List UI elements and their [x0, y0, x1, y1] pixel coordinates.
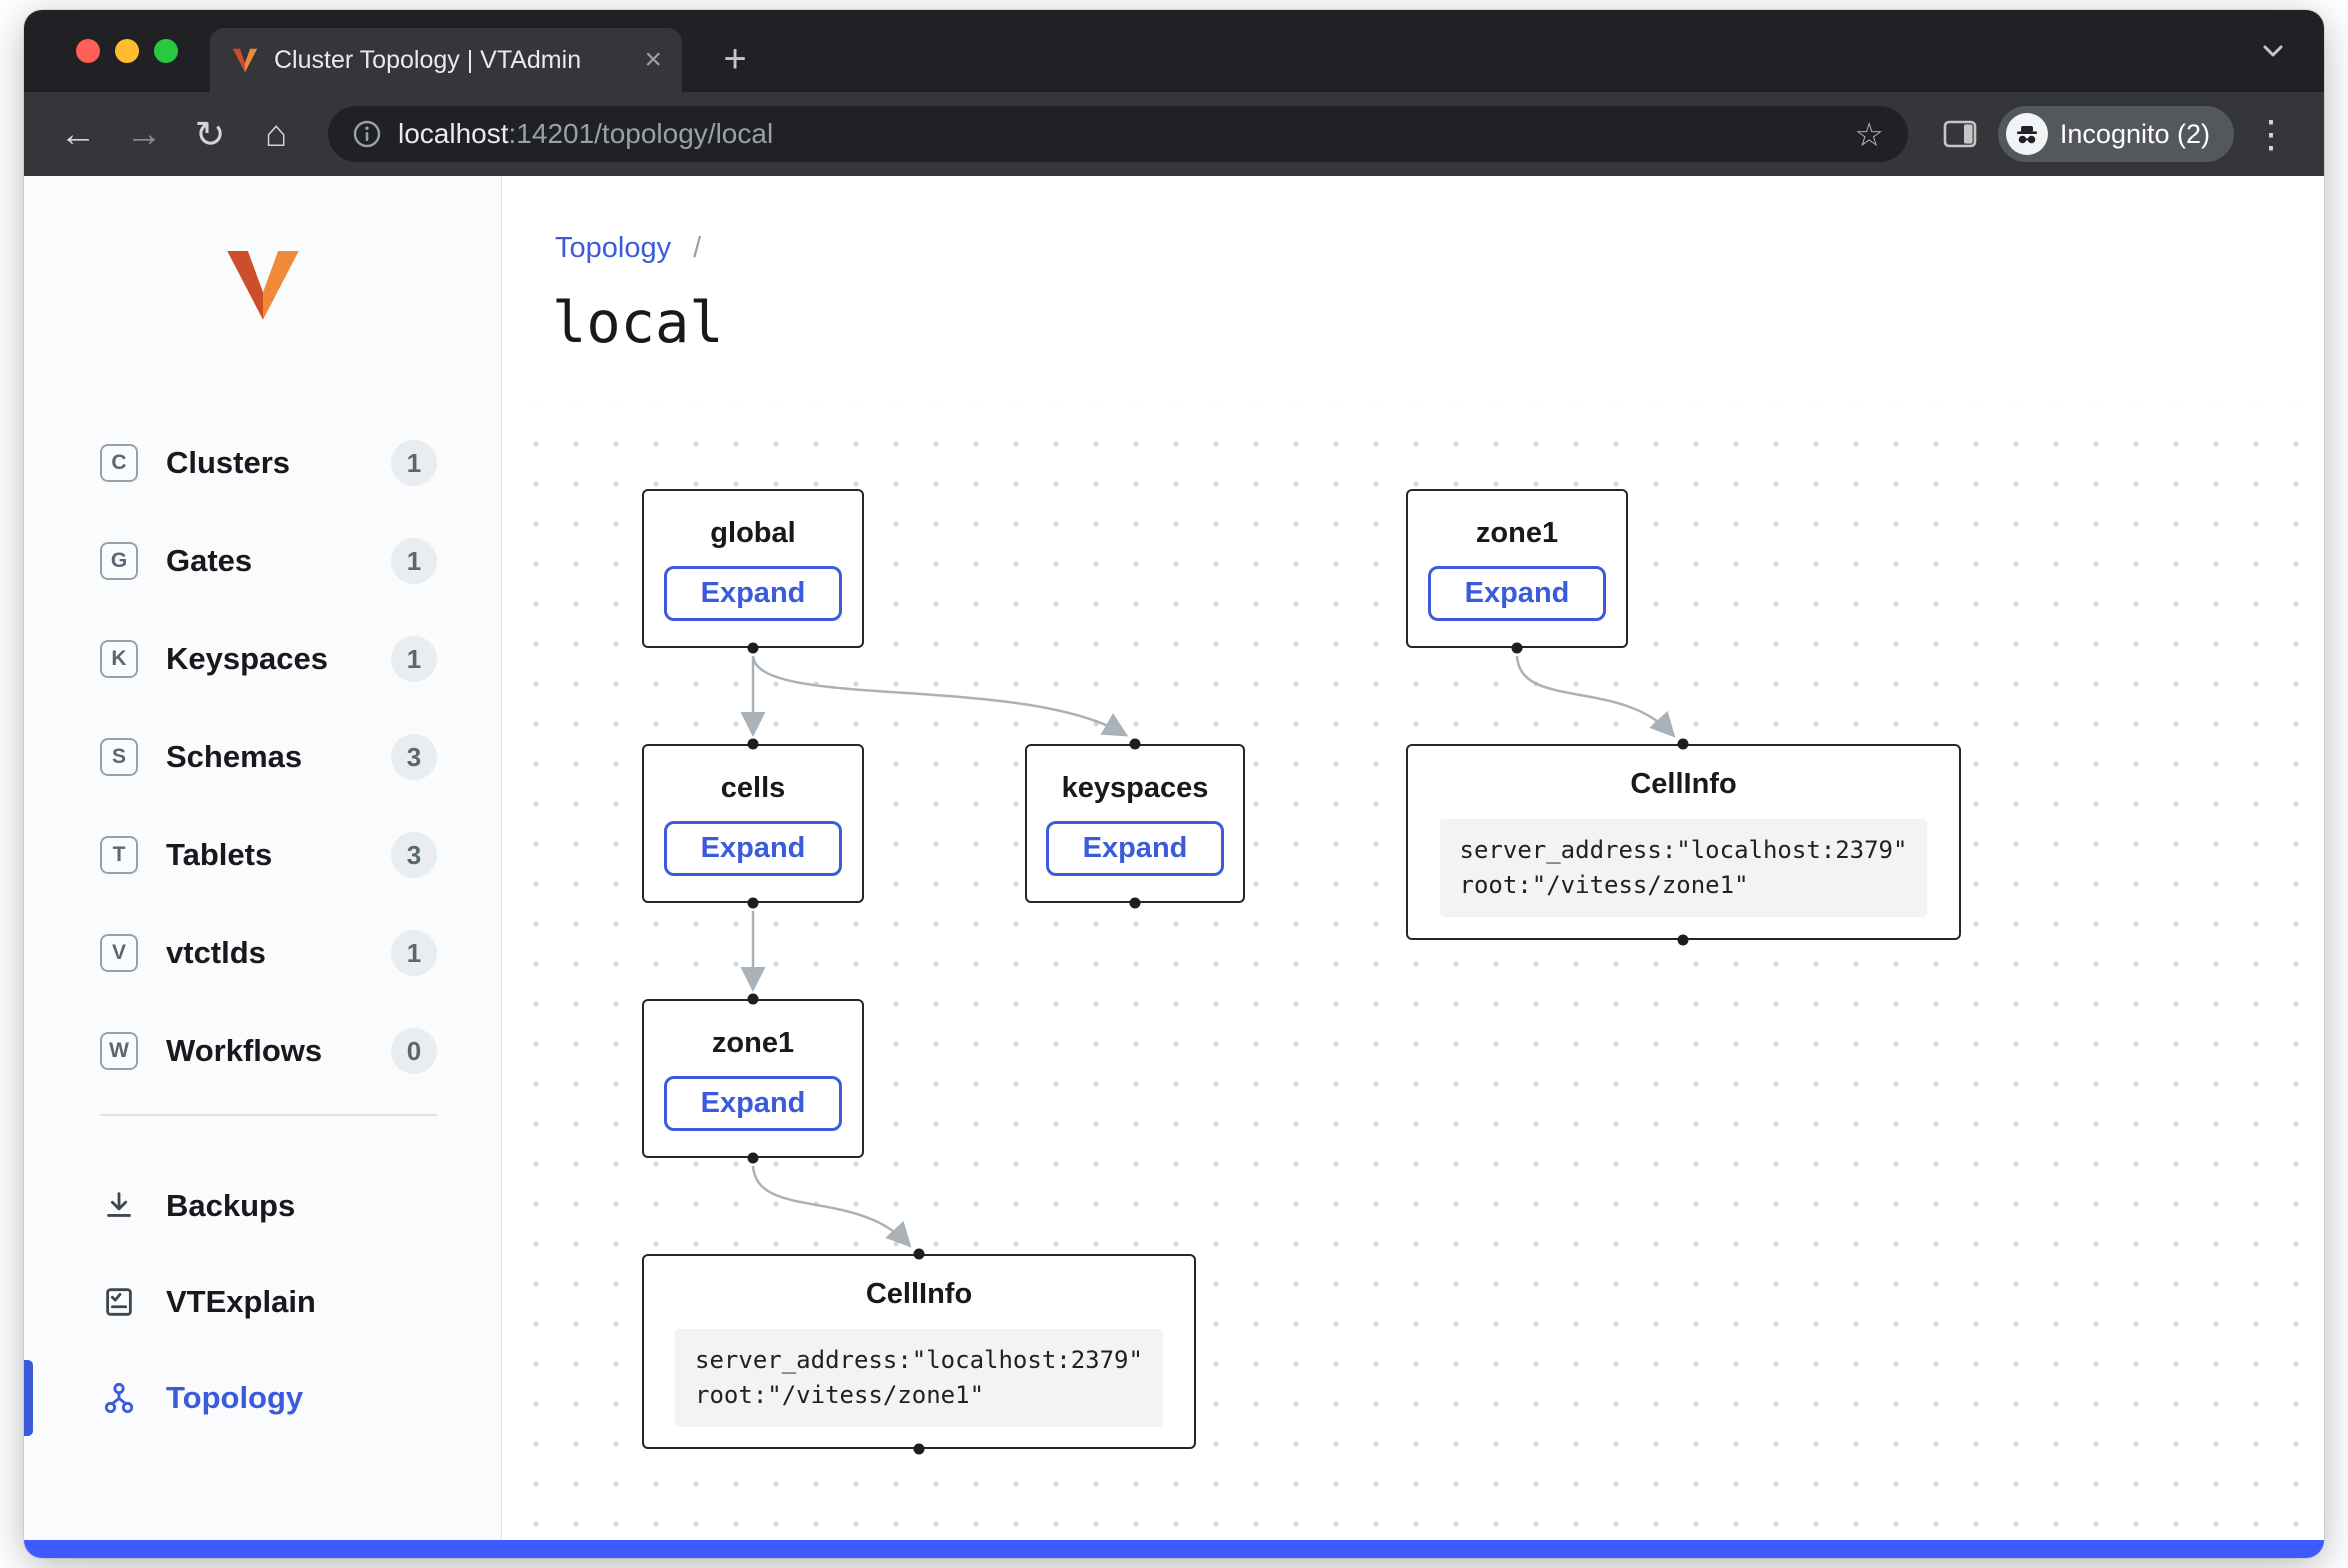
- url-host: localhost: [398, 118, 509, 149]
- cellinfo-code: server_address:"localhost:2379" root:"/v…: [1440, 819, 1928, 917]
- keyspaces-icon: K: [100, 640, 138, 678]
- url-text: localhost:14201/topology/local: [398, 118, 773, 150]
- breadcrumb-topology-link[interactable]: Topology: [555, 232, 671, 264]
- sidebar-item-schemas[interactable]: S Schemas 3: [24, 708, 501, 806]
- node-cellinfo-bottom: CellInfo server_address:"localhost:2379"…: [642, 1254, 1196, 1449]
- clusters-icon: C: [100, 444, 138, 482]
- clusters-count: 1: [391, 440, 437, 486]
- expand-keyspaces-button[interactable]: Expand: [1046, 821, 1225, 876]
- schemas-count: 3: [391, 734, 437, 780]
- expand-zone1-lower-button[interactable]: Expand: [664, 1076, 843, 1131]
- keyspaces-count: 1: [391, 636, 437, 682]
- home-icon[interactable]: ⌂: [248, 106, 304, 162]
- node-zone1-lower: zone1 Expand: [642, 999, 864, 1158]
- browser-tab[interactable]: Cluster Topology | VTAdmin ×: [210, 28, 682, 92]
- sidebar-item-tablets[interactable]: T Tablets 3: [24, 806, 501, 904]
- page-info-icon[interactable]: [352, 119, 382, 149]
- reload-icon[interactable]: ↻: [182, 106, 238, 162]
- workflows-count: 0: [391, 1028, 437, 1074]
- vitess-favicon-icon: [230, 45, 260, 75]
- close-window-button[interactable]: [76, 39, 100, 63]
- node-zone1-top: zone1 Expand: [1406, 489, 1628, 648]
- zoom-window-button[interactable]: [154, 39, 178, 63]
- address-bar[interactable]: localhost:14201/topology/local ☆: [328, 106, 1908, 162]
- tab-close-icon[interactable]: ×: [644, 45, 662, 75]
- node-cellinfo-right: CellInfo server_address:"localhost:2379"…: [1406, 744, 1961, 940]
- sidebar-item-vtexplain[interactable]: VTExplain: [24, 1254, 501, 1350]
- node-global: global Expand: [642, 489, 864, 648]
- expand-cells-button[interactable]: Expand: [664, 821, 843, 876]
- incognito-icon: [2006, 113, 2048, 155]
- vtctlds-count: 1: [391, 930, 437, 976]
- sidebar: C Clusters 1 G Gates 1 K Keyspaces 1 S S…: [24, 176, 502, 1540]
- vitess-logo-icon: [24, 240, 501, 328]
- chevron-down-icon[interactable]: [2256, 34, 2290, 73]
- sidebar-secondary-nav: Backups VTExplain: [24, 1158, 501, 1446]
- cellinfo-code: server_address:"localhost:2379" root:"/v…: [675, 1329, 1163, 1427]
- side-panel-icon[interactable]: [1932, 118, 1988, 150]
- breadcrumb-separator: /: [693, 232, 701, 264]
- incognito-badge: Incognito (2): [1998, 106, 2234, 162]
- bookmark-star-icon[interactable]: ☆: [1854, 115, 1884, 154]
- sidebar-item-topology[interactable]: Topology: [24, 1350, 501, 1446]
- main-content: Topology / local global Expand zone1 Exp…: [502, 176, 2324, 1540]
- window-controls: [76, 39, 178, 63]
- topology-icon: [100, 1380, 138, 1416]
- sidebar-item-keyspaces[interactable]: K Keyspaces 1: [24, 610, 501, 708]
- tab-strip: Cluster Topology | VTAdmin × +: [24, 10, 2324, 92]
- browser-menu-icon[interactable]: ⋮: [2244, 112, 2298, 157]
- minimize-window-button[interactable]: [115, 39, 139, 63]
- sidebar-divider: [100, 1114, 437, 1116]
- forward-icon[interactable]: →: [116, 106, 172, 162]
- sidebar-item-workflows[interactable]: W Workflows 0: [24, 1002, 501, 1100]
- back-icon[interactable]: ←: [50, 106, 106, 162]
- page-content: C Clusters 1 G Gates 1 K Keyspaces 1 S S…: [24, 176, 2324, 1540]
- gates-count: 1: [391, 538, 437, 584]
- schemas-icon: S: [100, 738, 138, 776]
- expand-zone1-top-button[interactable]: Expand: [1428, 566, 1607, 621]
- sidebar-item-clusters[interactable]: C Clusters 1: [24, 414, 501, 512]
- expand-global-button[interactable]: Expand: [664, 566, 843, 621]
- document-check-icon: [100, 1284, 138, 1320]
- page-title: local: [552, 290, 724, 356]
- sidebar-nav: C Clusters 1 G Gates 1 K Keyspaces 1 S S…: [24, 414, 501, 1100]
- breadcrumb: Topology /: [555, 232, 701, 265]
- bottom-blue-bar: [24, 1540, 2324, 1558]
- browser-window: Cluster Topology | VTAdmin × + ← → ↻ ⌂ l…: [24, 10, 2324, 1558]
- sidebar-item-vtctlds[interactable]: V vtctlds 1: [24, 904, 501, 1002]
- gates-icon: G: [100, 542, 138, 580]
- tablets-count: 3: [391, 832, 437, 878]
- topology-diagram: global Expand zone1 Expand cells Expand …: [502, 406, 2324, 1540]
- node-cells: cells Expand: [642, 744, 864, 903]
- tablets-icon: T: [100, 836, 138, 874]
- vtctlds-icon: V: [100, 934, 138, 972]
- incognito-label: Incognito (2): [2060, 119, 2210, 150]
- node-keyspaces: keyspaces Expand: [1025, 744, 1245, 903]
- sidebar-item-gates[interactable]: G Gates 1: [24, 512, 501, 610]
- sidebar-item-backups[interactable]: Backups: [24, 1158, 501, 1254]
- download-icon: [100, 1188, 138, 1224]
- active-indicator: [24, 1360, 33, 1436]
- browser-toolbar: ← → ↻ ⌂ localhost:14201/topology/local ☆: [24, 92, 2324, 176]
- workflows-icon: W: [100, 1032, 138, 1070]
- url-path: :14201/topology/local: [509, 118, 774, 149]
- tab-title: Cluster Topology | VTAdmin: [274, 46, 630, 75]
- new-tab-button[interactable]: +: [710, 34, 760, 84]
